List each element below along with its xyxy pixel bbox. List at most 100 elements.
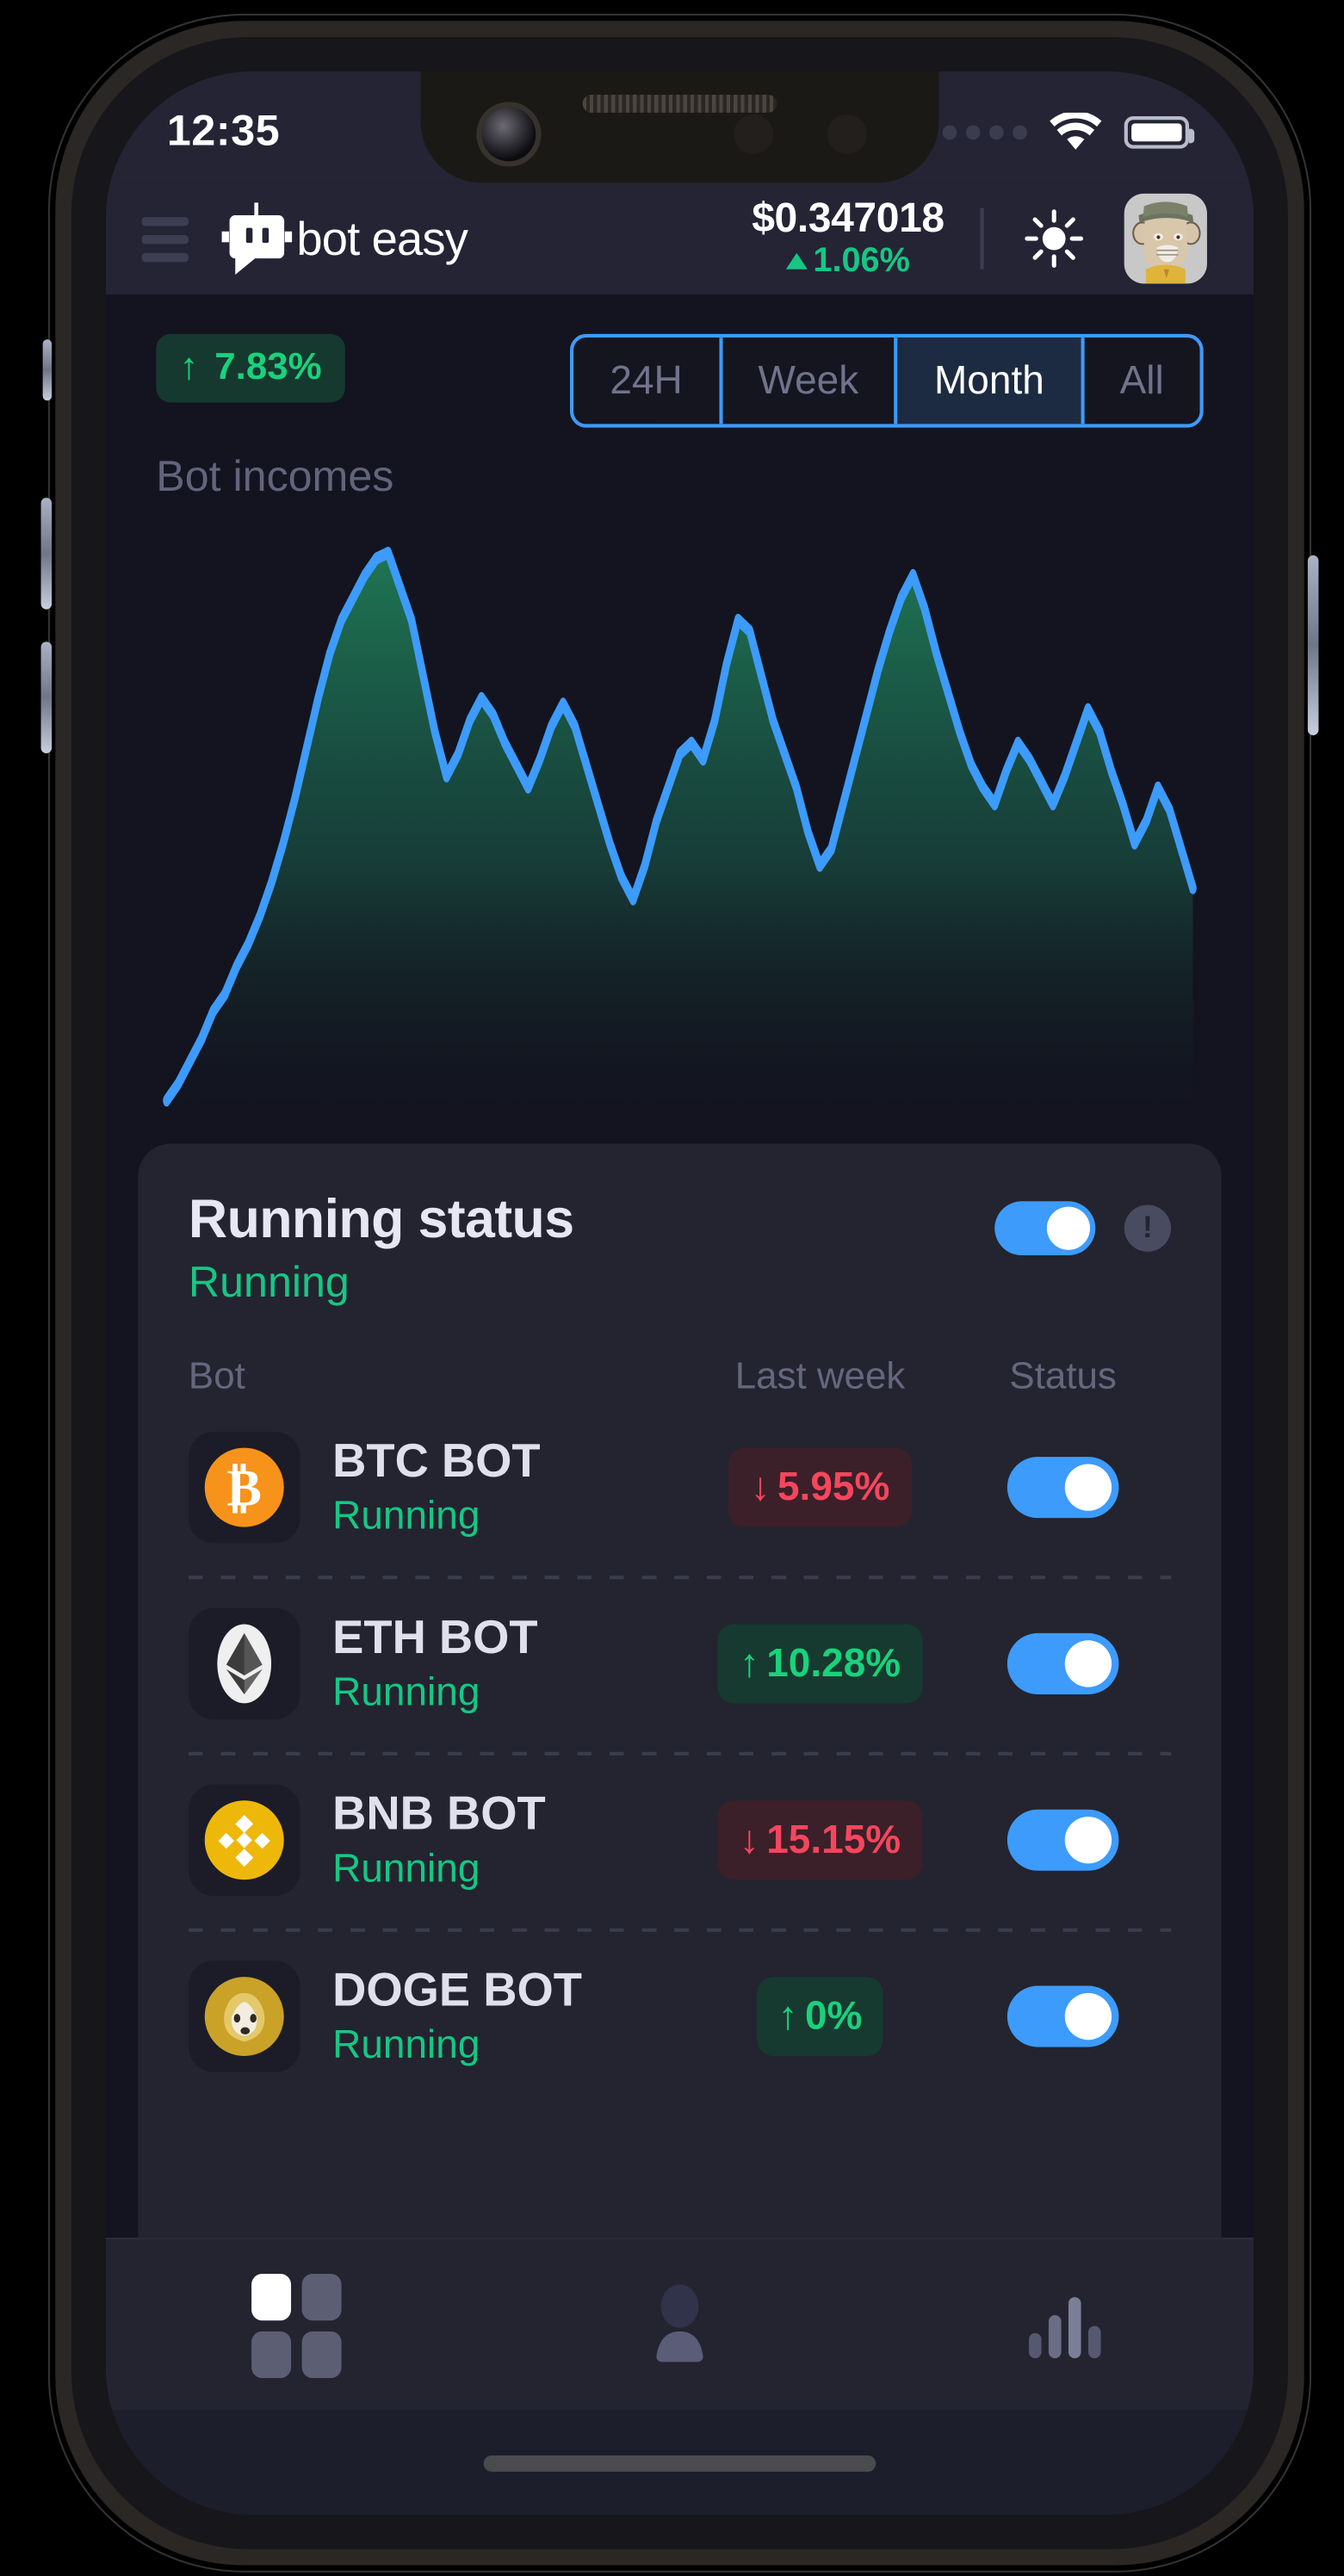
bot-change-cell: ↑ 10.28% (685, 1624, 955, 1704)
binance-icon (188, 1784, 300, 1897)
arrow-up-icon: ↑ (777, 1992, 798, 2039)
info-exclamation-icon[interactable]: ! (1124, 1204, 1172, 1252)
phone-screen: 12:35 bot easy $0.347018 1.06% ↑ 7.83% 2… (105, 71, 1254, 2516)
bot-toggle-cell (955, 1632, 1171, 1694)
bot-running-toggle[interactable] (1006, 1985, 1119, 2047)
bot-change-cell: ↑ 0% (685, 1977, 955, 2057)
bitcoin-glyph: ₿ (204, 1447, 284, 1527)
chart-caption: Bot incomes (156, 452, 394, 502)
ambient-light-sensor (734, 114, 774, 154)
phone-bezel: 12:35 bot easy $0.347018 1.06% ↑ 7.83% 2… (71, 37, 1288, 2549)
arrow-down-icon: ↓ (739, 1817, 759, 1862)
svg-text:₿: ₿ (227, 1460, 262, 1518)
table-row[interactable]: DOGE BOT Running ↑ 0% (188, 1928, 1172, 2105)
phone-volume-down-button[interactable] (40, 641, 53, 753)
arrow-down-icon: ↓ (750, 1464, 771, 1509)
tab-all[interactable]: All (1083, 337, 1200, 424)
hamburger-menu-icon[interactable] (141, 216, 189, 262)
earpiece-speaker (582, 94, 777, 113)
ethereum-icon (188, 1607, 300, 1720)
running-status-text-group: Running status Running (189, 1191, 574, 1310)
dogecoin-glyph (204, 1977, 284, 2057)
user-avatar-ape[interactable] (1124, 193, 1207, 284)
phone-volume-up-button[interactable] (40, 498, 53, 610)
chart-header-row: ↑ 7.83% 24H Week Month All (156, 333, 1204, 428)
triangle-up-icon (786, 253, 808, 270)
brand-name: bot easy (296, 210, 468, 265)
home-indicator-area (105, 2410, 1254, 2516)
bitcoin-icon: ₿ (188, 1431, 300, 1544)
bot-toggle-cell (955, 1809, 1171, 1871)
table-row[interactable]: ₿ BTC BOT Running ↓ 5.95% (188, 1399, 1171, 1576)
binance-glyph (204, 1800, 284, 1880)
phone-power-button[interactable] (1307, 555, 1319, 735)
battery-icon (1124, 116, 1195, 149)
bot-identity-cell: ETH BOT Running (188, 1607, 685, 1720)
token-price-change: 1.06% (786, 243, 910, 281)
status-badge: ↓ 15.15% (717, 1800, 923, 1880)
table-row[interactable]: BNB BOT Running ↓ 15.15% (188, 1751, 1172, 1929)
phone-device-frame: 12:35 bot easy $0.347018 1.06% ↑ 7.83% 2… (40, 15, 1319, 2571)
bot-change-value: 0% (804, 1992, 863, 2039)
bot-change-value: 5.95% (777, 1464, 890, 1509)
status-badge: ↑ 0% (756, 1977, 884, 2057)
bot-name: BTC BOT (332, 1434, 541, 1489)
bot-income-value: 7.83% (214, 346, 322, 388)
bot-identity-cell: DOGE BOT Running (188, 1960, 685, 2072)
chart-svg (163, 546, 1197, 1123)
bot-identity-cell: ₿ BTC BOT Running (188, 1431, 685, 1544)
arrow-up-icon: ↑ (179, 346, 199, 388)
bots-table-header: Bot Last week Status (189, 1356, 1171, 1399)
bot-status: Running (332, 2022, 480, 2067)
bot-change-value: 10.28% (766, 1640, 901, 1686)
tab-24h[interactable]: 24H (573, 337, 722, 424)
token-price-group: $0.347018 1.06% (752, 194, 945, 281)
bot-name-group: ETH BOT Running (332, 1609, 537, 1719)
column-header-bot: Bot (188, 1356, 245, 1398)
bot-name-group: DOGE BOT Running (332, 1961, 582, 2071)
app-root: 12:35 bot easy $0.347018 1.06% ↑ 7.83% 2… (105, 71, 1254, 2516)
phone-band: 12:35 bot easy $0.347018 1.06% ↑ 7.83% 2… (55, 21, 1304, 2566)
arrow-up-icon: ↑ (739, 1640, 759, 1686)
status-badge: ↓ 5.95% (728, 1447, 912, 1527)
dogecoin-icon (188, 1960, 300, 2072)
screenshot-stage: 12:35 bot easy $0.347018 1.06% ↑ 7.83% 2… (0, 0, 1344, 2576)
proximity-sensor (827, 114, 867, 154)
phone-mute-switch[interactable] (42, 339, 53, 401)
header-divider (980, 207, 984, 269)
bottom-navigation-bar (105, 2238, 1254, 2411)
bot-name: DOGE BOT (332, 1963, 582, 2018)
bot-name: BNB BOT (332, 1786, 546, 1842)
bar-chart-stats-icon (1028, 2296, 1100, 2358)
bot-status: Running (332, 1492, 480, 1539)
nav-profile-button[interactable] (616, 2275, 742, 2375)
sun-icon[interactable] (1024, 208, 1085, 269)
bot-running-toggle[interactable] (1006, 1457, 1119, 1519)
token-price: $0.347018 (752, 194, 945, 242)
bot-status: Running (332, 1845, 480, 1891)
bot-identity-cell: BNB BOT Running (188, 1784, 685, 1897)
timerange-tabs: 24H Week Month All (570, 333, 1204, 428)
bot-change-cell: ↓ 5.95% (685, 1447, 955, 1527)
running-status-subtitle: Running (188, 1259, 350, 1308)
master-running-toggle[interactable] (994, 1201, 1096, 1256)
column-header-status: Status (1009, 1356, 1117, 1398)
bot-running-toggle[interactable] (1006, 1809, 1119, 1871)
bot-running-toggle[interactable] (1006, 1632, 1119, 1694)
nav-dashboard-button[interactable] (234, 2272, 360, 2378)
tab-week[interactable]: Week (722, 337, 899, 424)
brand-logo-group[interactable]: bot easy (221, 201, 468, 276)
bot-status: Running (332, 1669, 480, 1714)
nav-stats-button[interactable] (1000, 2275, 1125, 2375)
tab-month[interactable]: Month (898, 337, 1084, 424)
phone-notch (420, 71, 939, 183)
wifi-icon (1050, 112, 1102, 150)
app-header: bot easy $0.347018 1.06% (105, 183, 1254, 294)
bot-name-group: BTC BOT Running (332, 1433, 540, 1543)
home-indicator[interactable] (483, 2454, 876, 2471)
ape-avatar-image (1124, 193, 1207, 284)
signal-dots-icon (942, 125, 1027, 140)
table-row[interactable]: ETH BOT Running ↑ 10.28% (188, 1576, 1172, 1752)
running-status-card: Running status Running ! Bot Last week S… (138, 1143, 1222, 2239)
bot-incomes-area-chart[interactable] (156, 529, 1203, 1123)
